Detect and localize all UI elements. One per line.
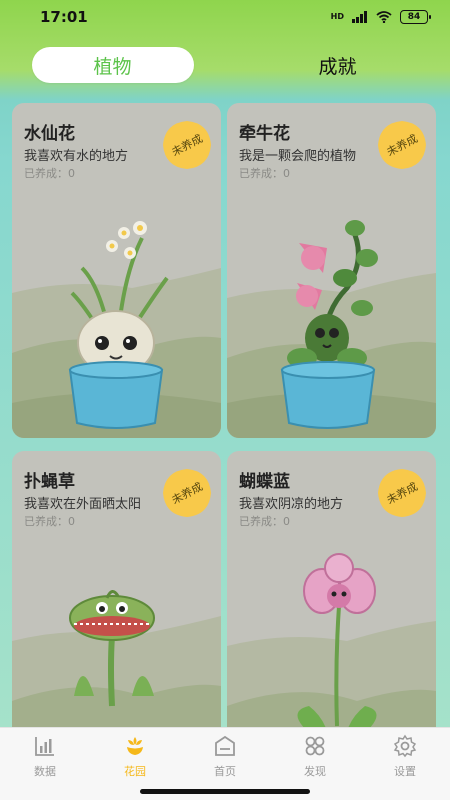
flytrap-illustration — [69, 590, 155, 707]
home-indicator[interactable] — [140, 789, 310, 794]
plant-name: 蝴蝶蓝 — [239, 472, 290, 492]
home-icon — [215, 735, 235, 756]
plant-name: 牵牛花 — [239, 124, 290, 144]
grown-count: 已养成：0 — [24, 167, 75, 180]
status-indicators: HD 84 — [330, 10, 431, 24]
status-time: 17:01 — [40, 8, 88, 26]
plant-name: 扑蝇草 — [24, 472, 75, 492]
discover-icon — [305, 736, 325, 756]
nav-label-home: 首页 — [214, 765, 236, 778]
grown-count: 已养成：0 — [239, 167, 290, 180]
plant-card-flytrap[interactable]: 扑蝇草 我喜欢在外面晒太阳 已养成：0 未养成 — [12, 451, 221, 727]
tab-plants-pill: 植物 — [31, 47, 194, 83]
tab-plants[interactable]: 植物 — [0, 43, 225, 87]
narcissus-illustration — [68, 221, 169, 429]
nav-label-settings: 设置 — [394, 765, 416, 778]
morning-glory-illustration — [280, 220, 378, 429]
top-tab-bar: 植物 成就 — [0, 38, 450, 92]
orchid-illustration — [297, 553, 377, 727]
gear-icon — [393, 734, 417, 758]
tab-plants-label: 植物 — [93, 55, 132, 78]
tab-achievements-label: 成就 — [318, 55, 357, 78]
chart-icon — [35, 737, 54, 756]
signal-icon — [352, 11, 367, 23]
battery-indicator: 84 — [400, 10, 431, 24]
plant-description: 我喜欢在外面晒太阳 — [24, 497, 142, 512]
wifi-icon — [376, 11, 392, 23]
nav-label-discover: 发现 — [304, 765, 326, 778]
plant-card-narcissus[interactable]: 水仙花 我喜欢有水的地方 已养成：0 未养成 — [12, 103, 221, 438]
nav-item-settings[interactable]: 设置 — [360, 728, 450, 800]
plant-description: 我喜欢阴凉的地方 — [239, 497, 344, 512]
plant-card-orchid[interactable]: 蝴蝶蓝 我喜欢阴凉的地方 已养成：0 未养成 — [227, 451, 436, 727]
plant-description: 我是一颗会爬的植物 — [239, 149, 357, 164]
plant-card-morning-glory[interactable]: 牵牛花 我是一颗会爬的植物 已养成：0 未养成 — [227, 103, 436, 438]
nav-item-data[interactable]: 数据 — [0, 728, 90, 800]
flower-icon — [127, 737, 143, 755]
grown-count: 已养成：0 — [24, 515, 75, 528]
plant-grid: 水仙花 我喜欢有水的地方 已养成：0 未养成 牵牛花 我是一颗会爬的植物 已养成… — [12, 103, 438, 727]
plant-name: 水仙花 — [24, 124, 75, 144]
nav-label-data: 数据 — [34, 765, 56, 778]
status-bar: 17:01 HD 84 — [0, 0, 450, 34]
grown-count: 已养成：0 — [239, 515, 290, 528]
plant-description: 我喜欢有水的地方 — [24, 149, 129, 164]
network-type-label: HD — [330, 12, 344, 21]
tab-achievements[interactable]: 成就 — [225, 43, 450, 87]
nav-label-garden: 花园 — [124, 765, 146, 778]
